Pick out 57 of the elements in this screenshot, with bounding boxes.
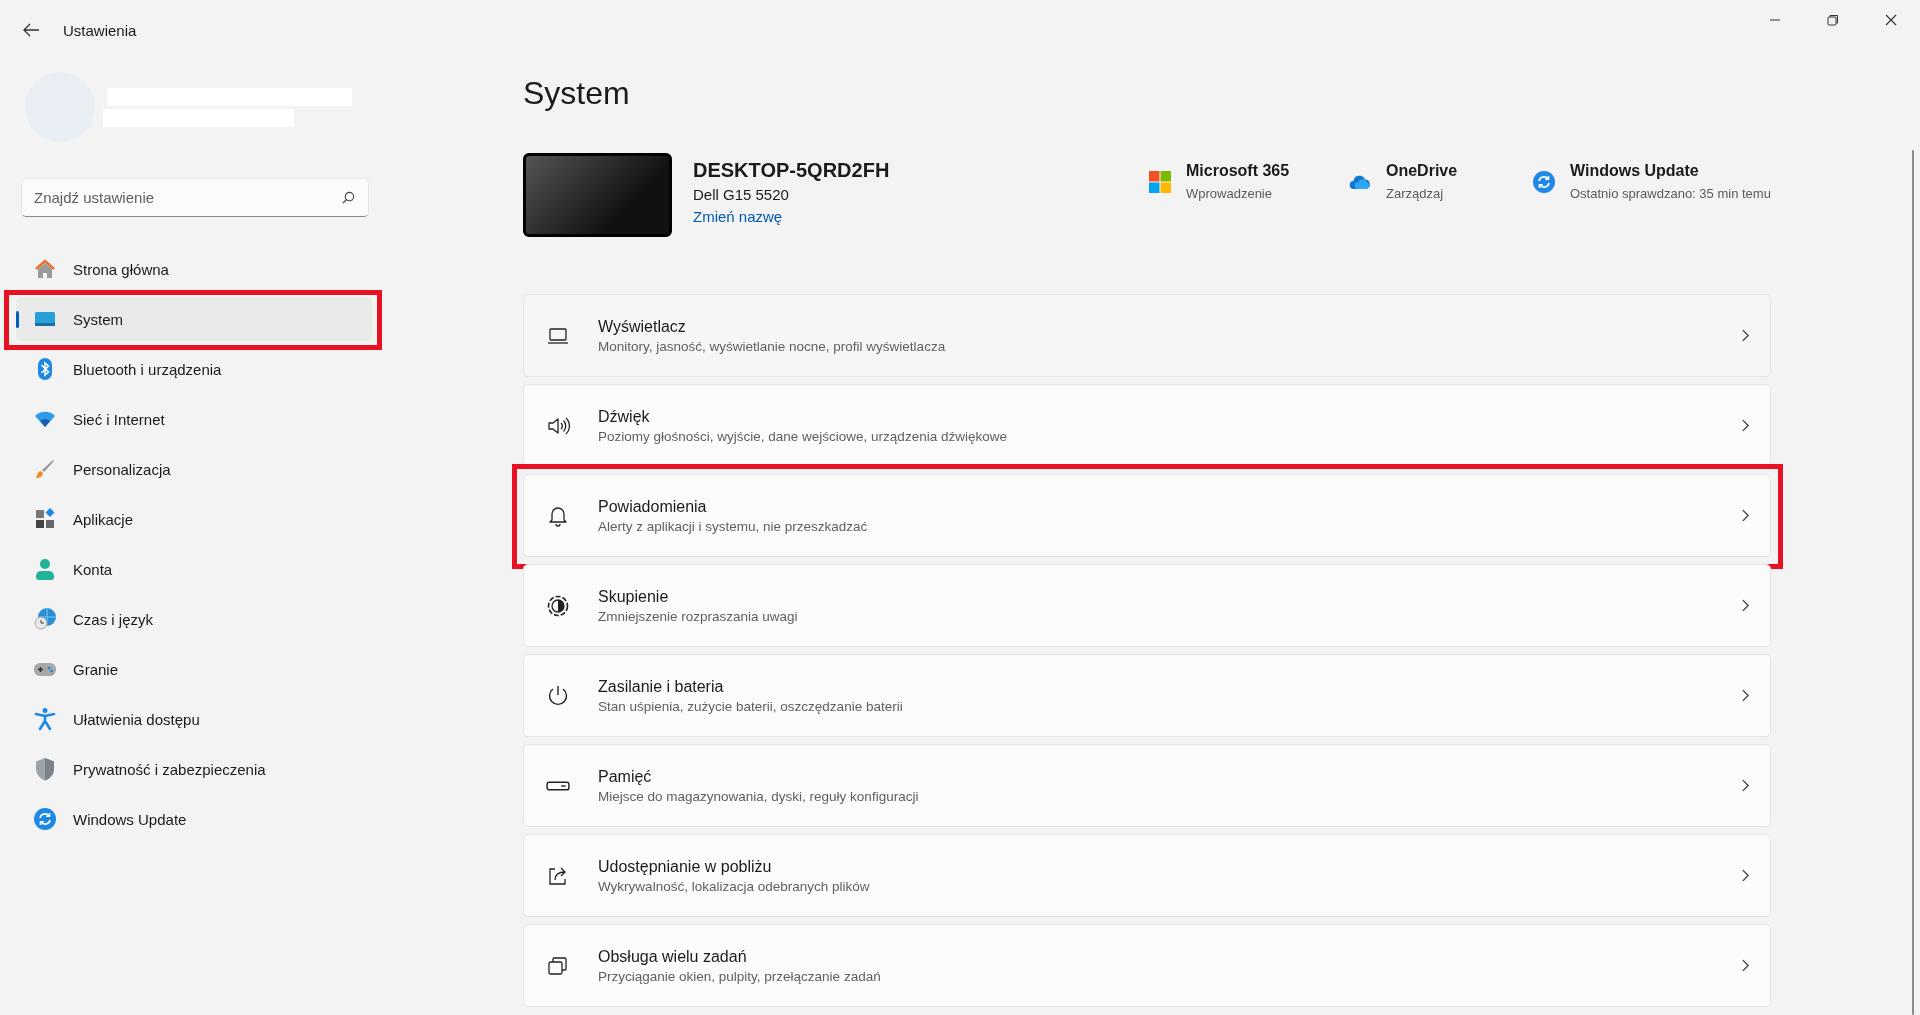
sidebar-item[interactable]: Konta [16, 547, 372, 591]
settings-row[interactable]: Powiadomienia Alerty z aplikacji i systemu, nie przeszkadzać [523, 474, 1771, 557]
chevron-right-icon [1741, 779, 1750, 792]
sidebar-item[interactable]: Granie [16, 647, 372, 691]
settings-row[interactable]: Pamięć Miejsce do magazynowania, dyski, reguły konfiguracji [523, 744, 1771, 827]
sidebar-item[interactable]: Ułatwienia dostępu [16, 697, 372, 741]
quick-link[interactable]: OneDrive Zarządzaj [1348, 162, 1532, 237]
sidebar-item[interactable]: Bluetooth i urządzenia [16, 347, 372, 391]
sidebar-item[interactable]: Sieć i Internet [16, 397, 372, 441]
shield-icon [33, 757, 57, 781]
close-icon [1885, 14, 1897, 26]
search-icon [342, 191, 355, 204]
chevron-right-icon [1741, 329, 1750, 342]
home-icon [33, 257, 57, 281]
quick-link[interactable]: Windows Update Ostatnio sprawdzano: 35 min temu [1532, 162, 1771, 237]
sidebar-item[interactable]: Windows Update [16, 797, 372, 841]
device-name: DESKTOP-5QRD2FH [693, 159, 890, 182]
back-arrow-icon [22, 21, 40, 39]
accessibility-icon [33, 707, 57, 731]
chevron-right-icon [1741, 959, 1750, 972]
back-button[interactable] [22, 21, 40, 39]
chevron-right-icon [1741, 599, 1750, 612]
search-field[interactable]: Znajdź ustawienie [21, 178, 369, 217]
apps-icon [33, 507, 57, 531]
storage-drive-icon [546, 780, 570, 791]
settings-row[interactable]: Zasilanie i bateria Stan uśpienia, zużycie baterii, oszczędzanie baterii [523, 654, 1771, 737]
update-icon [33, 807, 57, 831]
settings-row[interactable]: Wyświetlacz Monitory, jasność, wyświetlanie nocne, profil wyświetlacza [523, 294, 1771, 377]
chevron-right-icon [1741, 509, 1750, 522]
chevron-right-icon [1741, 689, 1750, 702]
window-title: Ustawienia [63, 21, 137, 39]
settings-row[interactable]: Obsługa wielu zadań Przyciąganie okien, pulpity, przełączanie zadań [523, 924, 1771, 1007]
settings-row[interactable]: Udostępnianie w pobliżu Wykrywalność, lokalizacja odebranych plików [523, 834, 1771, 917]
sidebar-item[interactable]: Czas i język [16, 597, 372, 641]
person-icon [33, 557, 57, 581]
selection-indicator [16, 311, 19, 328]
restore-icon [1827, 14, 1839, 26]
settings-row[interactable]: Skupienie Zmniejszenie rozpraszania uwagi [523, 564, 1771, 647]
sidebar-item[interactable]: System [16, 297, 372, 341]
chevron-right-icon [1741, 419, 1750, 432]
rename-link[interactable]: Zmień nazwę [693, 208, 783, 225]
scrollbar[interactable] [1912, 150, 1914, 1015]
quick-link[interactable]: Microsoft 365 Wprowadzenie [1148, 162, 1348, 237]
globe-clock-icon [33, 607, 57, 631]
four-squares-icon [1148, 170, 1172, 194]
device-model: Dell G15 5520 [693, 186, 789, 203]
settings-row[interactable]: Dźwięk Poziomy głośności, wyjście, dane wejściowe, urządzenia dźwiękowe [523, 384, 1771, 467]
update-icon [1532, 170, 1556, 194]
paintbrush-icon [33, 457, 57, 481]
focus-icon [546, 593, 570, 618]
power-icon [546, 683, 570, 708]
page-title: System [523, 74, 630, 112]
sidebar-item[interactable]: Aplikacje [16, 497, 372, 541]
sidebar-item[interactable]: Personalizacja [16, 447, 372, 491]
chevron-right-icon [1741, 869, 1750, 882]
sidebar-item[interactable]: Strona główna [16, 247, 372, 291]
sidebar-item[interactable]: Prywatność i zabezpieczenia [16, 747, 372, 791]
